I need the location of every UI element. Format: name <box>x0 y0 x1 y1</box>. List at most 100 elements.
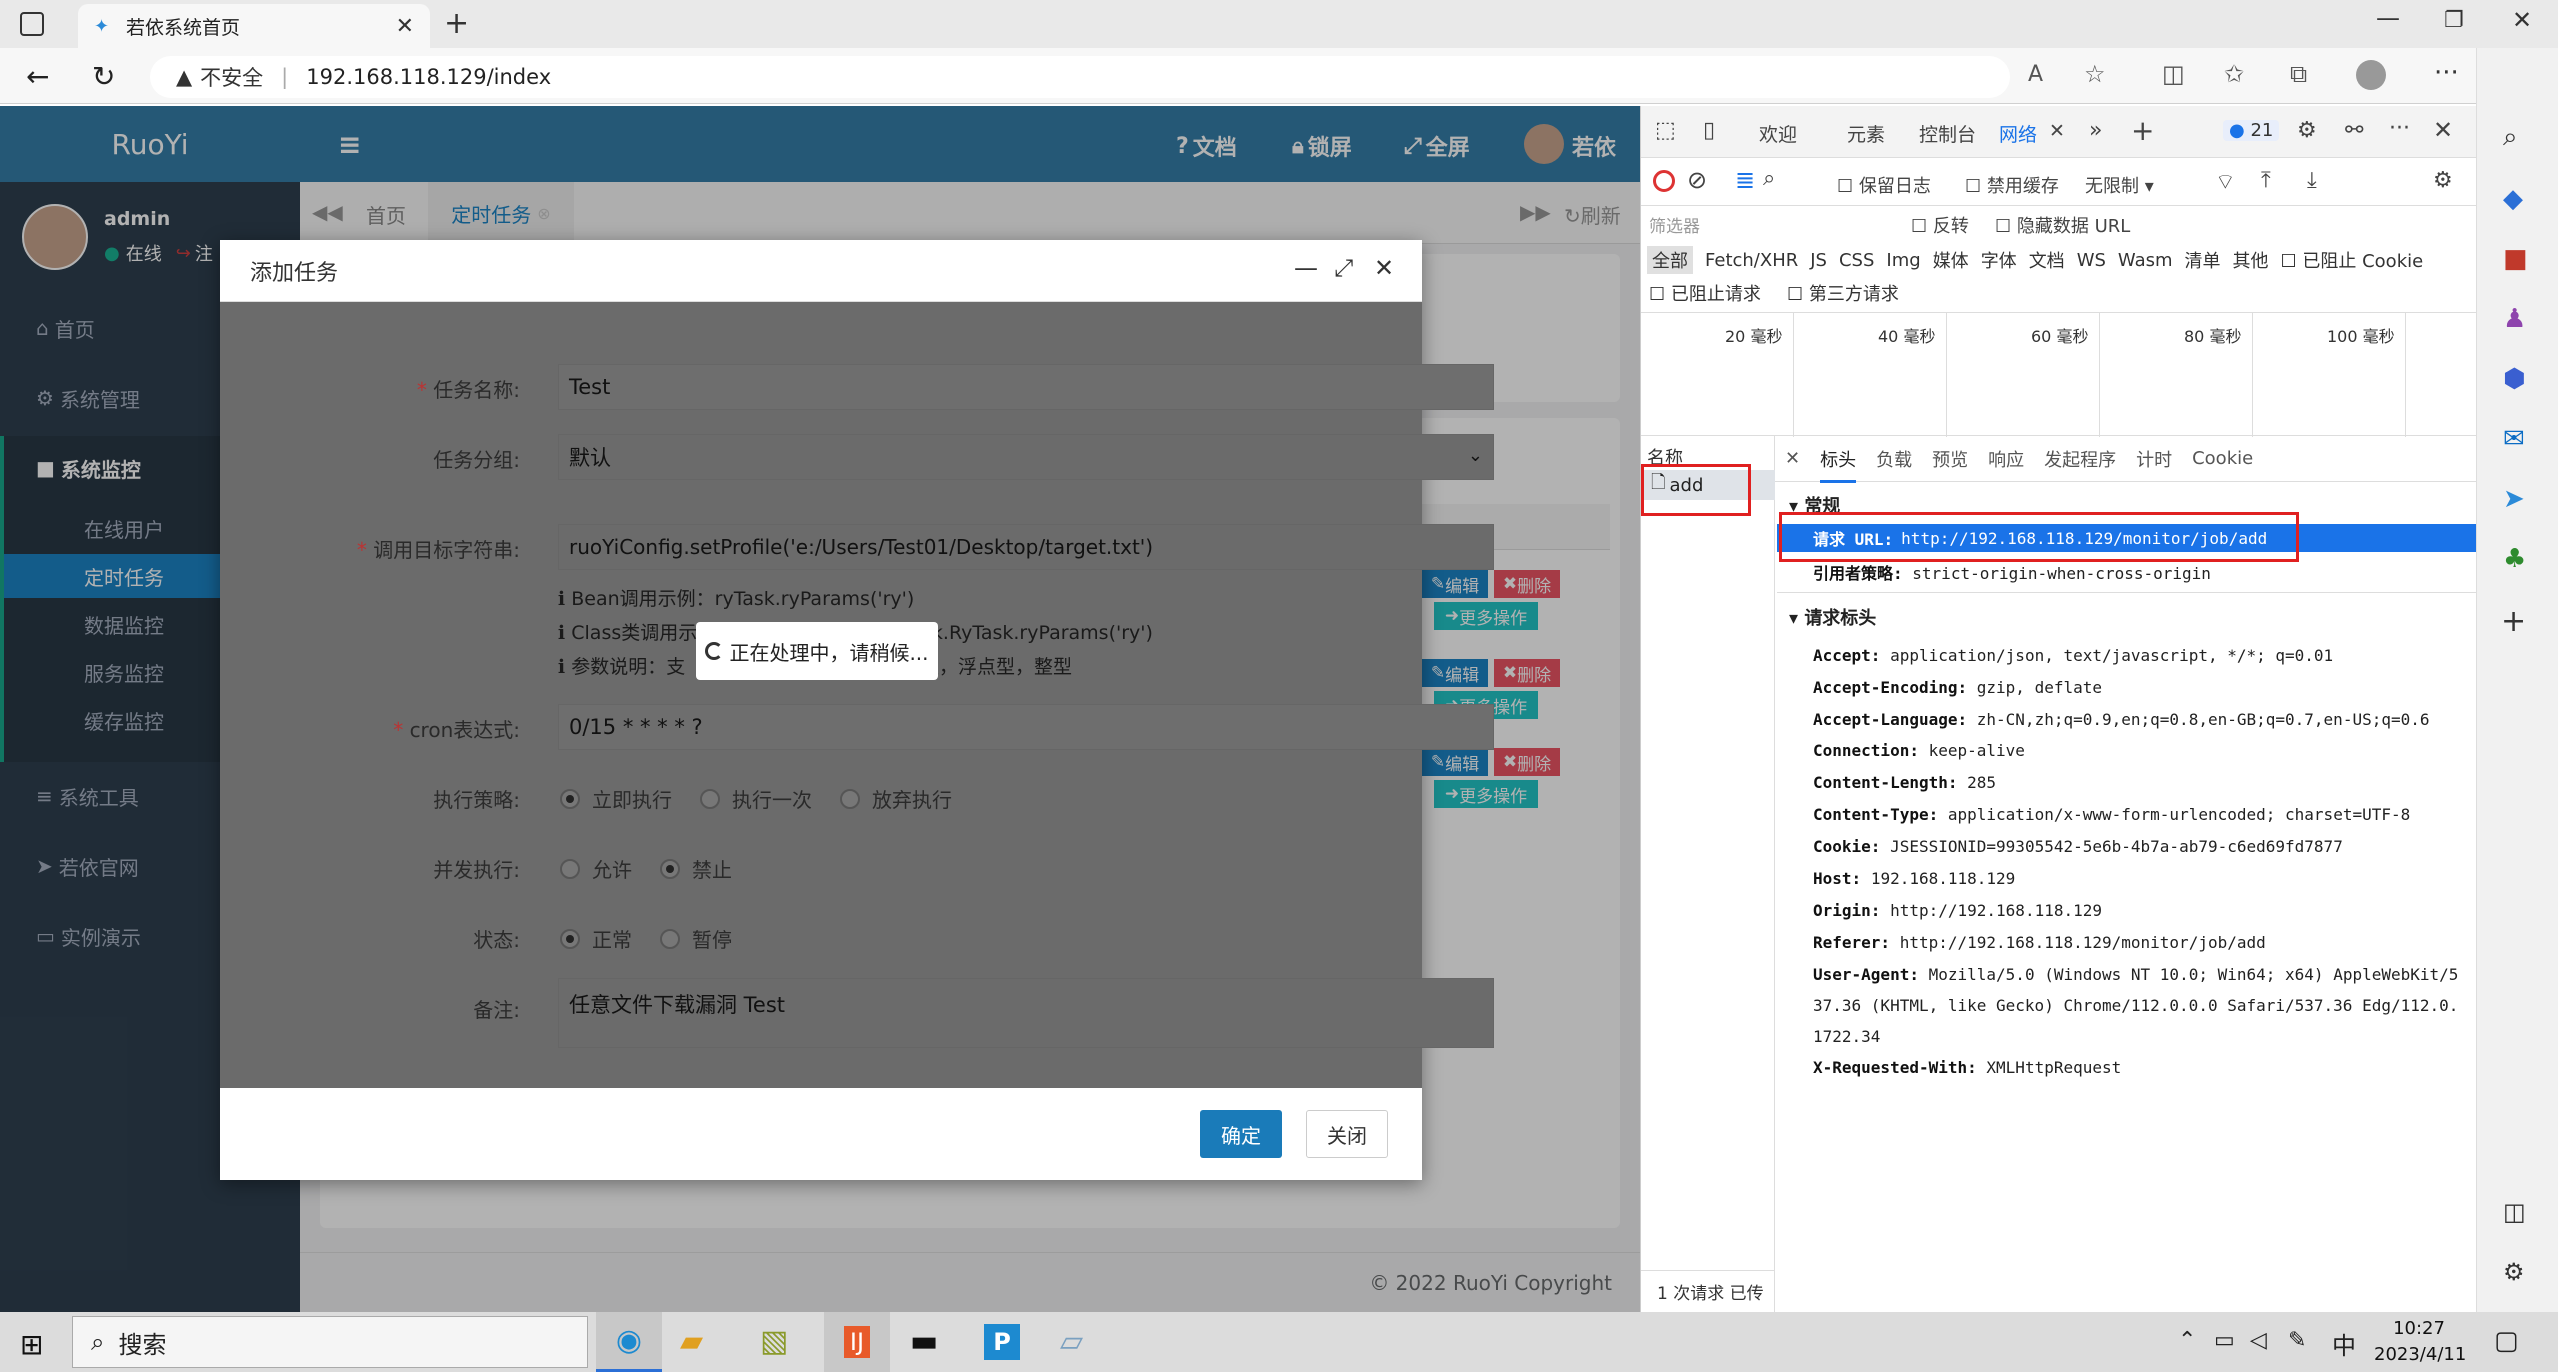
search-icon[interactable]: ⌕ <box>1763 166 1775 191</box>
taskbar-clock[interactable]: 10:27 2023/4/11 <box>2374 1316 2466 1368</box>
tab-network[interactable]: 网络 <box>1999 120 2037 147</box>
back-icon[interactable]: ← <box>26 60 49 93</box>
more-options-icon[interactable]: ··· <box>2434 58 2459 88</box>
export-icon[interactable]: ⤓ <box>2307 168 2317 193</box>
close-network-tab-icon[interactable]: ✕ <box>2049 120 2065 142</box>
tab-welcome[interactable]: 欢迎 <box>1759 120 1797 147</box>
terminal-icon[interactable]: ▬ <box>910 1324 938 1359</box>
type-filter-xhr[interactable]: Fetch/XHR <box>1705 250 1798 271</box>
hide-data-url-checkbox[interactable]: ☐ 隐藏数据 URL <box>1995 212 2130 238</box>
address-bar[interactable]: ▲ 不安全 | 192.168.118.129/index <box>150 56 2010 98</box>
devtools-more-icon[interactable]: ··· <box>2389 116 2410 141</box>
sidebar-games-icon[interactable]: ♟ <box>2503 304 2526 334</box>
detail-tab-headers[interactable]: 标头 <box>1820 446 1857 483</box>
type-filter-ws[interactable]: WS <box>2077 250 2106 271</box>
type-filter-css[interactable]: CSS <box>1839 250 1874 271</box>
detail-tab-payload[interactable]: 负载 <box>1876 446 1912 472</box>
detail-tab-timing[interactable]: 计时 <box>2136 446 2172 472</box>
detail-tab-initiator[interactable]: 发起程序 <box>2044 446 2116 472</box>
taskbar-search-box[interactable]: ⌕ 搜索 <box>72 1316 588 1368</box>
more-tabs-icon[interactable]: » <box>2089 118 2102 143</box>
notifications-icon[interactable]: ▢ <box>2494 1326 2519 1356</box>
type-filter-manifest[interactable]: 清单 <box>2185 247 2221 273</box>
notepad-icon[interactable]: ▱ <box>1060 1324 1083 1359</box>
new-tab-icon[interactable]: + <box>444 6 469 41</box>
filter-input[interactable]: 筛选器 <box>1649 212 1899 238</box>
issues-badge[interactable]: ● 21 <box>2223 120 2280 141</box>
p-app-icon[interactable]: P <box>984 1324 1020 1360</box>
maximize-icon[interactable]: ❐ <box>2444 8 2464 33</box>
sidebar-tree-icon[interactable]: ♣ <box>2503 544 2526 574</box>
detail-tab-preview[interactable]: 预览 <box>1932 446 1968 472</box>
volume-icon[interactable]: ◁ <box>2250 1328 2267 1353</box>
concurrent-radio-allow[interactable] <box>560 858 580 879</box>
disable-cache-checkbox[interactable]: ☐ 禁用缓存 <box>1965 172 2059 198</box>
sidebar-tag-icon[interactable]: ◆ <box>2503 184 2523 214</box>
url-text[interactable]: 192.168.118.129/index <box>306 65 551 89</box>
maximize-dialog-icon[interactable]: ⤢ <box>1334 254 1353 282</box>
clear-icon[interactable]: ⊘ <box>1687 166 1707 194</box>
close-tab-icon[interactable]: ✕ <box>396 14 414 39</box>
preserve-log-checkbox[interactable]: ☐ 保留日志 <box>1837 172 1931 198</box>
type-filter-js[interactable]: JS <box>1810 250 1827 271</box>
task-group-select[interactable]: 默认 ⌄ <box>558 434 1494 480</box>
remark-textarea[interactable]: 任意文件下载漏洞 Test <box>558 978 1494 1048</box>
blocked-requests-checkbox[interactable]: ☐ 已阻止请求 <box>1649 280 1761 306</box>
app-tiles-icon[interactable]: ▧ <box>760 1324 788 1359</box>
sidebar-search-icon[interactable]: ⌕ <box>2503 122 2518 153</box>
close-detail-icon[interactable]: ✕ <box>1785 448 1800 469</box>
wifi-icon[interactable]: ⌔ <box>2215 168 2236 196</box>
ime-indicator[interactable]: 中 <box>2332 1326 2356 1361</box>
close-dialog-icon[interactable]: ✕ <box>1374 254 1394 282</box>
misfire-radio-abandon[interactable] <box>840 788 860 809</box>
file-explorer-icon[interactable]: ▰ <box>680 1324 703 1359</box>
record-icon[interactable] <box>1653 170 1675 192</box>
confirm-button[interactable]: 确定 <box>1200 1110 1282 1158</box>
tray-up-icon[interactable]: ⌃ <box>2178 1328 2196 1353</box>
misfire-radio-once[interactable] <box>700 788 720 809</box>
tab-console[interactable]: 控制台 <box>1919 120 1976 147</box>
network-settings-icon[interactable]: ⚙ <box>2433 168 2453 193</box>
sidebar-outlook-icon[interactable]: ✉ <box>2503 424 2525 454</box>
type-filter-all[interactable]: 全部 <box>1647 246 1693 274</box>
connect-icon[interactable]: ⚯ <box>2345 118 2363 143</box>
sidebar-office-icon[interactable]: ⬢ <box>2503 364 2526 394</box>
minimize-dialog-icon[interactable]: — <box>1294 254 1318 282</box>
favorites-icon[interactable]: ✩ <box>2224 60 2244 88</box>
device-toolbar-icon[interactable]: ▯ <box>1703 118 1715 143</box>
sidebar-settings-icon[interactable]: ⚙ <box>2503 1258 2525 1286</box>
request-headers-title[interactable]: ▾ 请求标头 <box>1789 604 1876 630</box>
import-icon[interactable]: ⤒ <box>2261 168 2271 193</box>
browser-tab[interactable]: ✦ 若依系统首页 ✕ <box>78 4 430 48</box>
type-filter-img[interactable]: Img <box>1886 250 1920 271</box>
split-screen-icon[interactable]: ◫ <box>2162 60 2185 88</box>
add-tab-icon[interactable]: + <box>2131 114 2154 147</box>
add-favorite-icon[interactable]: ☆ <box>2084 60 2106 88</box>
invoke-target-input[interactable]: ruoYiConfig.setProfile('e:/Users/Test01/… <box>558 524 1494 570</box>
network-tray-icon[interactable]: ▭ <box>2214 1328 2235 1353</box>
minimize-icon[interactable]: — <box>2376 4 2400 32</box>
reload-icon[interactable]: ↻ <box>92 60 115 93</box>
settings-gear-icon[interactable]: ⚙ <box>2297 118 2317 143</box>
inspect-icon[interactable]: ⬚ <box>1655 118 1676 143</box>
type-filter-media[interactable]: 媒体 <box>1933 247 1969 273</box>
invert-checkbox[interactable]: ☐ 反转 <box>1911 212 1969 238</box>
close-devtools-icon[interactable]: ✕ <box>2433 116 2453 144</box>
misfire-radio-immediate[interactable] <box>560 788 580 809</box>
intellij-icon[interactable]: IJ <box>824 1312 890 1372</box>
third-party-checkbox[interactable]: ☐ 第三方请求 <box>1787 280 1899 306</box>
windows-start-icon[interactable]: ⊞ <box>20 1328 43 1361</box>
type-filter-other[interactable]: 其他 <box>2233 247 2269 273</box>
read-aloud-icon[interactable]: A <box>2028 62 2043 87</box>
pen-icon[interactable]: ✎ <box>2288 1328 2306 1353</box>
concurrent-radio-forbid[interactable] <box>660 858 680 879</box>
throttle-select[interactable]: 无限制 ▾ <box>2085 172 2154 198</box>
sidebar-send-icon[interactable]: ➤ <box>2503 484 2525 514</box>
type-filter-font[interactable]: 字体 <box>1981 247 2017 273</box>
edge-taskbar-icon[interactable]: ◉ <box>596 1312 662 1372</box>
sidebar-add-icon[interactable]: + <box>2501 604 2526 639</box>
cron-input[interactable]: 0/15 * * * * ? <box>558 704 1494 750</box>
filter-icon[interactable]: ≣ <box>1735 166 1755 194</box>
sidebar-panel-icon[interactable]: ◫ <box>2503 1198 2526 1226</box>
status-radio-paused[interactable] <box>660 928 680 949</box>
